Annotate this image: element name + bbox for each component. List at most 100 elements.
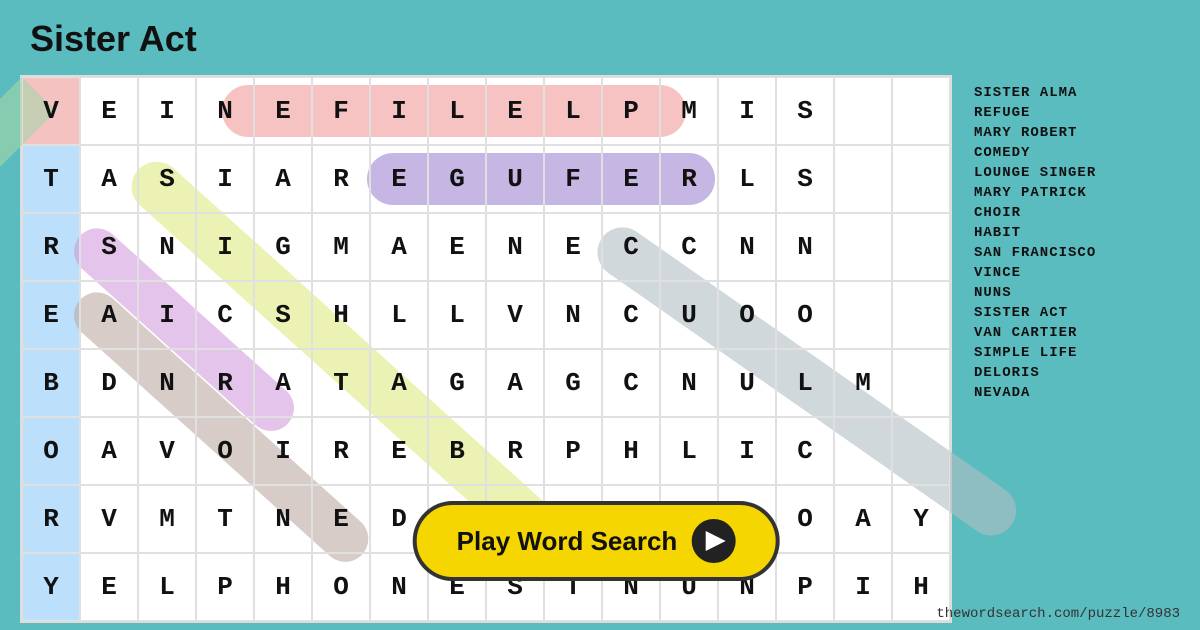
grid-cell: H (892, 553, 950, 621)
grid-cell: P (776, 553, 834, 621)
grid-cell: E (22, 281, 80, 349)
grid-cell: L (428, 77, 486, 145)
grid-cell: T (312, 349, 370, 417)
grid-cell: E (80, 553, 138, 621)
grid-cell: F (544, 145, 602, 213)
grid-cell: T (22, 145, 80, 213)
grid-cell: S (776, 77, 834, 145)
grid-cell: R (22, 485, 80, 553)
grid-cell: A (370, 213, 428, 281)
grid-cell: U (660, 281, 718, 349)
grid-cell (834, 417, 892, 485)
grid-cell: E (486, 77, 544, 145)
grid-cell: N (138, 349, 196, 417)
grid-cell: O (196, 417, 254, 485)
word-item: MARY PATRICK (974, 185, 1104, 201)
grid-cell: U (486, 145, 544, 213)
grid-cell: C (776, 417, 834, 485)
grid-cell (892, 213, 950, 281)
grid-cell: Y (22, 553, 80, 621)
grid-cell: E (312, 485, 370, 553)
grid-cell: N (718, 213, 776, 281)
grid-cell: N (254, 485, 312, 553)
grid-cell: E (428, 213, 486, 281)
grid-cell: P (602, 77, 660, 145)
grid-cell: A (254, 349, 312, 417)
grid-cell: I (138, 281, 196, 349)
grid-cell: S (776, 145, 834, 213)
grid-cell: M (660, 77, 718, 145)
word-item: NEVADA (974, 385, 1104, 401)
word-item: HABIT (974, 225, 1104, 241)
grid-cell (834, 77, 892, 145)
grid-cell: R (486, 417, 544, 485)
word-item: REFUGE (974, 105, 1104, 121)
grid-cell: I (834, 553, 892, 621)
grid-cell: O (776, 281, 834, 349)
grid-cell (892, 281, 950, 349)
grid-cell: E (80, 77, 138, 145)
grid-cell: A (370, 349, 428, 417)
grid-cell: N (660, 349, 718, 417)
grid-cell: L (138, 553, 196, 621)
grid-cell: C (602, 213, 660, 281)
grid-cell: C (196, 281, 254, 349)
grid-cell: O (22, 417, 80, 485)
play-button-text: Play Word Search (457, 526, 678, 557)
grid-cell: G (544, 349, 602, 417)
grid-cell: Y (892, 485, 950, 553)
grid-cell: R (660, 145, 718, 213)
grid-cell: H (254, 553, 312, 621)
grid-cell: S (80, 213, 138, 281)
grid-cell: I (254, 417, 312, 485)
grid-cell: L (544, 77, 602, 145)
grid-cell: B (428, 417, 486, 485)
grid-cell: E (602, 145, 660, 213)
grid-cell: N (196, 77, 254, 145)
grid-cell: I (718, 417, 776, 485)
grid-cell: N (544, 281, 602, 349)
grid-cell: L (718, 145, 776, 213)
grid-cell (892, 145, 950, 213)
grid-cell: R (196, 349, 254, 417)
word-item: COMEDY (974, 145, 1104, 161)
grid-cell: V (138, 417, 196, 485)
grid-cell: U (718, 349, 776, 417)
grid-cell: I (196, 213, 254, 281)
grid-cell: A (80, 145, 138, 213)
grid-cell: A (486, 349, 544, 417)
grid-cell: I (718, 77, 776, 145)
grid-cell: F (312, 77, 370, 145)
word-item: VAN CARTIER (974, 325, 1104, 341)
grid-cell: A (80, 281, 138, 349)
grid-cell: O (718, 281, 776, 349)
grid-cell: M (138, 485, 196, 553)
grid-cell (834, 213, 892, 281)
grid-cell: M (834, 349, 892, 417)
grid-cell: T (196, 485, 254, 553)
grid-cell: R (312, 145, 370, 213)
grid-cell: L (660, 417, 718, 485)
grid-cell: N (776, 213, 834, 281)
grid-cell (892, 349, 950, 417)
grid-cell: L (370, 281, 428, 349)
word-item: CHOIR (974, 205, 1104, 221)
grid-cell: M (312, 213, 370, 281)
grid-cell: H (602, 417, 660, 485)
grid-cell: B (22, 349, 80, 417)
grid-cell (892, 77, 950, 145)
grid-cell: V (22, 77, 80, 145)
word-item: MARY ROBERT (974, 125, 1104, 141)
word-item: DELORIS (974, 365, 1104, 381)
grid-cell: S (138, 145, 196, 213)
grid-cell: R (22, 213, 80, 281)
grid-cell: G (254, 213, 312, 281)
grid-cell: C (602, 349, 660, 417)
word-item: NUNS (974, 285, 1104, 301)
grid-cell: G (428, 145, 486, 213)
grid-cell: A (80, 417, 138, 485)
play-button[interactable]: Play Word Search (413, 501, 780, 581)
grid-cell: E (544, 213, 602, 281)
word-item: VINCE (974, 265, 1104, 281)
grid-cell: I (138, 77, 196, 145)
